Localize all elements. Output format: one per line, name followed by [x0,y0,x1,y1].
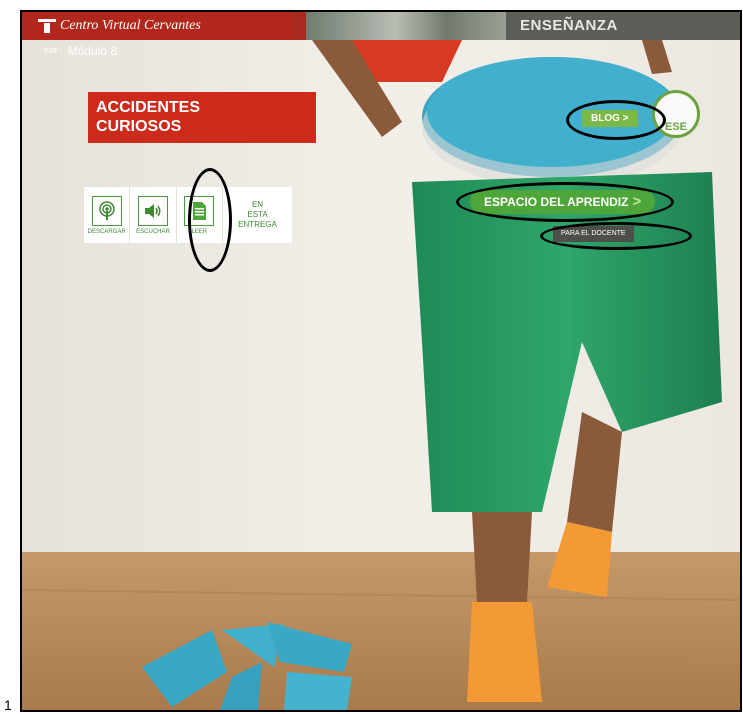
podcast-icon [91,195,122,226]
screenshot-frame: Centro Virtual Cervantes ENSEÑANZA ESE ›… [20,10,742,712]
espacio-label: ESPACIO DEL APRENDIZ [484,195,629,209]
page-title-line-1: ACCIDENTES [96,99,201,116]
entrega-line-1: EN [251,200,264,209]
section-title[interactable]: ENSEÑANZA [520,17,618,34]
page-title-line-2: CURIOSOS [96,118,182,135]
leer-label: LEER [191,228,208,235]
escuchar-label: ESCUCHAR [136,228,170,235]
descargar-button[interactable]: DESCARGAR [84,187,131,243]
speaker-icon [138,195,169,226]
escuchar-button[interactable]: ESCUCHAR [130,187,177,243]
page-title: ACCIDENTES CURIOSOS [88,92,316,143]
para-el-docente-button[interactable]: PARA EL DOCENTE [553,226,634,242]
entrega-line-3: ENTREGA [238,220,277,229]
entrega-line-2: ESTA [247,210,268,219]
chevron-right-icon: > [632,193,642,210]
figure-number: 1 [4,697,12,713]
brand-area[interactable]: Centro Virtual Cervantes [22,12,292,40]
ese-logo[interactable]: ESE [652,90,700,138]
ese-logo-text: ESE [664,121,687,133]
breadcrumb-current: Módulo 8 [67,44,118,58]
header-photo-strip [306,12,506,40]
leer-button[interactable]: LEER [177,187,224,243]
descargar-label: DESCARGAR [87,228,126,235]
cervantes-logo-icon [38,19,56,33]
breadcrumb-prefix[interactable]: ESE › [44,48,62,55]
breadcrumb: ESE › Módulo 8 [44,44,117,58]
media-toolbar: DESCARGAR ESCUCHAR LEER EN ESTA ENTREGA [84,187,292,243]
blog-button[interactable]: BLOG > [582,110,638,127]
espacio-del-aprendiz-button[interactable]: ESPACIO DEL APRENDIZ > [470,190,656,214]
top-header-bar: Centro Virtual Cervantes ENSEÑANZA [22,12,740,40]
brand-name: Centro Virtual Cervantes [60,18,201,33]
en-esta-entrega-link[interactable]: EN ESTA ENTREGA [223,187,292,243]
document-icon [184,195,215,226]
